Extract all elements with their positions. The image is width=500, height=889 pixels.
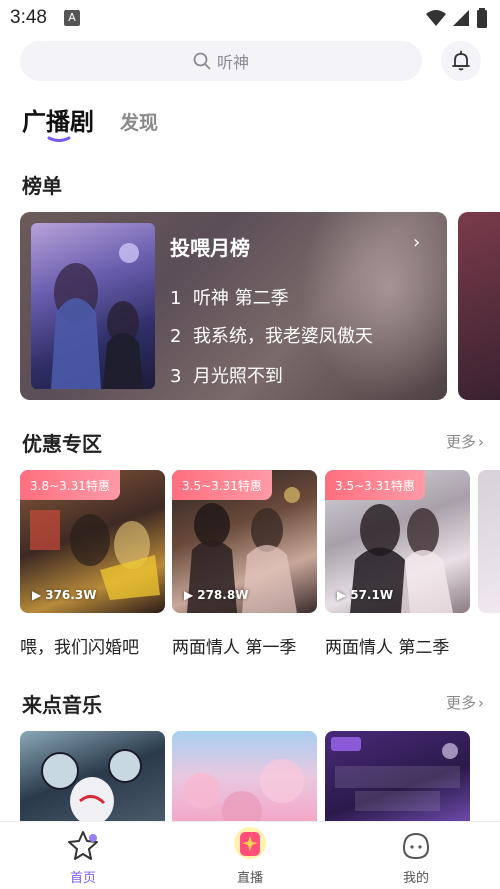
tab-radio-drama[interactable]: 广播剧 — [22, 102, 94, 137]
nav-live-label: 直播 — [236, 871, 263, 886]
status-bar: 3:48 A — [0, 0, 500, 34]
more-label: 更多 — [445, 694, 476, 712]
promo-card[interactable]: 3.5~3.31特惠 ▶ 57.1W — [325, 470, 470, 613]
nav-home-label: 首页 — [69, 871, 96, 886]
search-input[interactable]: 听神 — [20, 41, 422, 81]
music-more-link[interactable]: 更多 › — [446, 692, 484, 713]
play-count-value: 376.3W — [45, 588, 97, 602]
promo-section-title: 优惠专区 — [22, 432, 102, 456]
promo-badge: 3.5~3.31特惠 — [325, 470, 425, 500]
ranking-item-number: 3 — [170, 366, 182, 387]
play-icon: ▶ — [32, 588, 42, 602]
play-icon: ▶ — [337, 588, 347, 602]
notification-button[interactable] — [441, 41, 481, 81]
play-count: ▶ 376.3W — [32, 588, 96, 602]
music-card[interactable] — [325, 731, 470, 821]
music-card[interactable] — [20, 731, 165, 821]
play-count: ▶ 57.1W — [337, 588, 393, 602]
cover-artwork — [51, 243, 143, 389]
music-card[interactable] — [172, 731, 317, 821]
ranking-item[interactable]: 3 月光照不到 — [170, 362, 283, 388]
bell-icon — [452, 50, 470, 71]
search-placeholder: 听神 — [216, 53, 249, 72]
promo-card[interactable]: 3.8~3.31特惠 ▶ 376.3W — [20, 470, 165, 613]
promo-card[interactable]: 3.5~3.31特惠 ▶ 278.8W — [172, 470, 317, 613]
next-ranking-card[interactable] — [458, 212, 500, 400]
tab-discover[interactable]: 发现 — [120, 108, 158, 135]
ranking-item-number: 1 — [170, 288, 182, 309]
chevron-right-icon: › — [478, 432, 484, 451]
ranking-item[interactable]: 1 听神 第二季 — [170, 284, 289, 310]
ranking-section-title: 榜单 — [22, 174, 62, 198]
live-gift-icon — [234, 827, 266, 859]
music-cover-image — [184, 759, 304, 821]
battery-icon — [477, 8, 487, 28]
play-count: ▶ 278.8W — [184, 588, 248, 602]
next-promo-card[interactable] — [478, 470, 500, 613]
music-cover-image — [41, 749, 142, 821]
play-count-value: 278.8W — [197, 588, 249, 602]
promo-title[interactable]: 喂，我们闪婚吧 — [20, 633, 139, 658]
more-label: 更多 — [445, 433, 476, 451]
promo-badge: 3.5~3.31特惠 — [172, 470, 272, 500]
promo-badge: 3.8~3.31特惠 — [20, 470, 120, 500]
music-section-title: 来点音乐 — [22, 693, 102, 717]
chevron-right-icon[interactable]: › — [413, 232, 420, 253]
play-count-value: 57.1W — [350, 588, 394, 602]
profile-face-icon — [402, 832, 430, 860]
play-icon: ▶ — [184, 588, 194, 602]
ranking-card-title: 投喂月榜 — [170, 236, 250, 260]
ranking-card[interactable]: 投喂月榜 › 1 听神 第二季 2 我系统，我老婆凤傲天 3 月光照不到 — [20, 212, 447, 400]
promo-title[interactable]: 两面情人 第一季 — [172, 633, 296, 658]
search-icon — [193, 52, 211, 70]
active-tab-indicator — [47, 136, 71, 142]
status-time: 3:48 — [10, 7, 47, 28]
star-home-icon — [68, 831, 98, 860]
promo-title[interactable]: 两面情人 第二季 — [325, 633, 449, 658]
wifi-icon — [426, 10, 446, 26]
bottom-navigation: 首页 直播 我的 — [0, 821, 500, 889]
ranking-item-number: 2 — [170, 326, 182, 347]
notification-app-icon: A — [64, 10, 80, 26]
chevron-right-icon: › — [478, 693, 484, 712]
ranking-card-background-art — [300, 212, 447, 400]
ranking-item-name: 我系统，我老婆凤傲天 — [192, 326, 373, 347]
signal-icon — [453, 10, 469, 26]
ranking-item[interactable]: 2 我系统，我老婆凤傲天 — [170, 322, 373, 348]
music-cover-image — [331, 737, 460, 811]
promo-more-link[interactable]: 更多 › — [446, 431, 484, 452]
nav-profile-label: 我的 — [402, 871, 429, 886]
system-icons — [426, 8, 488, 28]
ranking-cover-image — [31, 223, 155, 389]
ranking-item-name: 听神 第二季 — [192, 288, 289, 309]
ranking-item-name: 月光照不到 — [192, 366, 283, 387]
